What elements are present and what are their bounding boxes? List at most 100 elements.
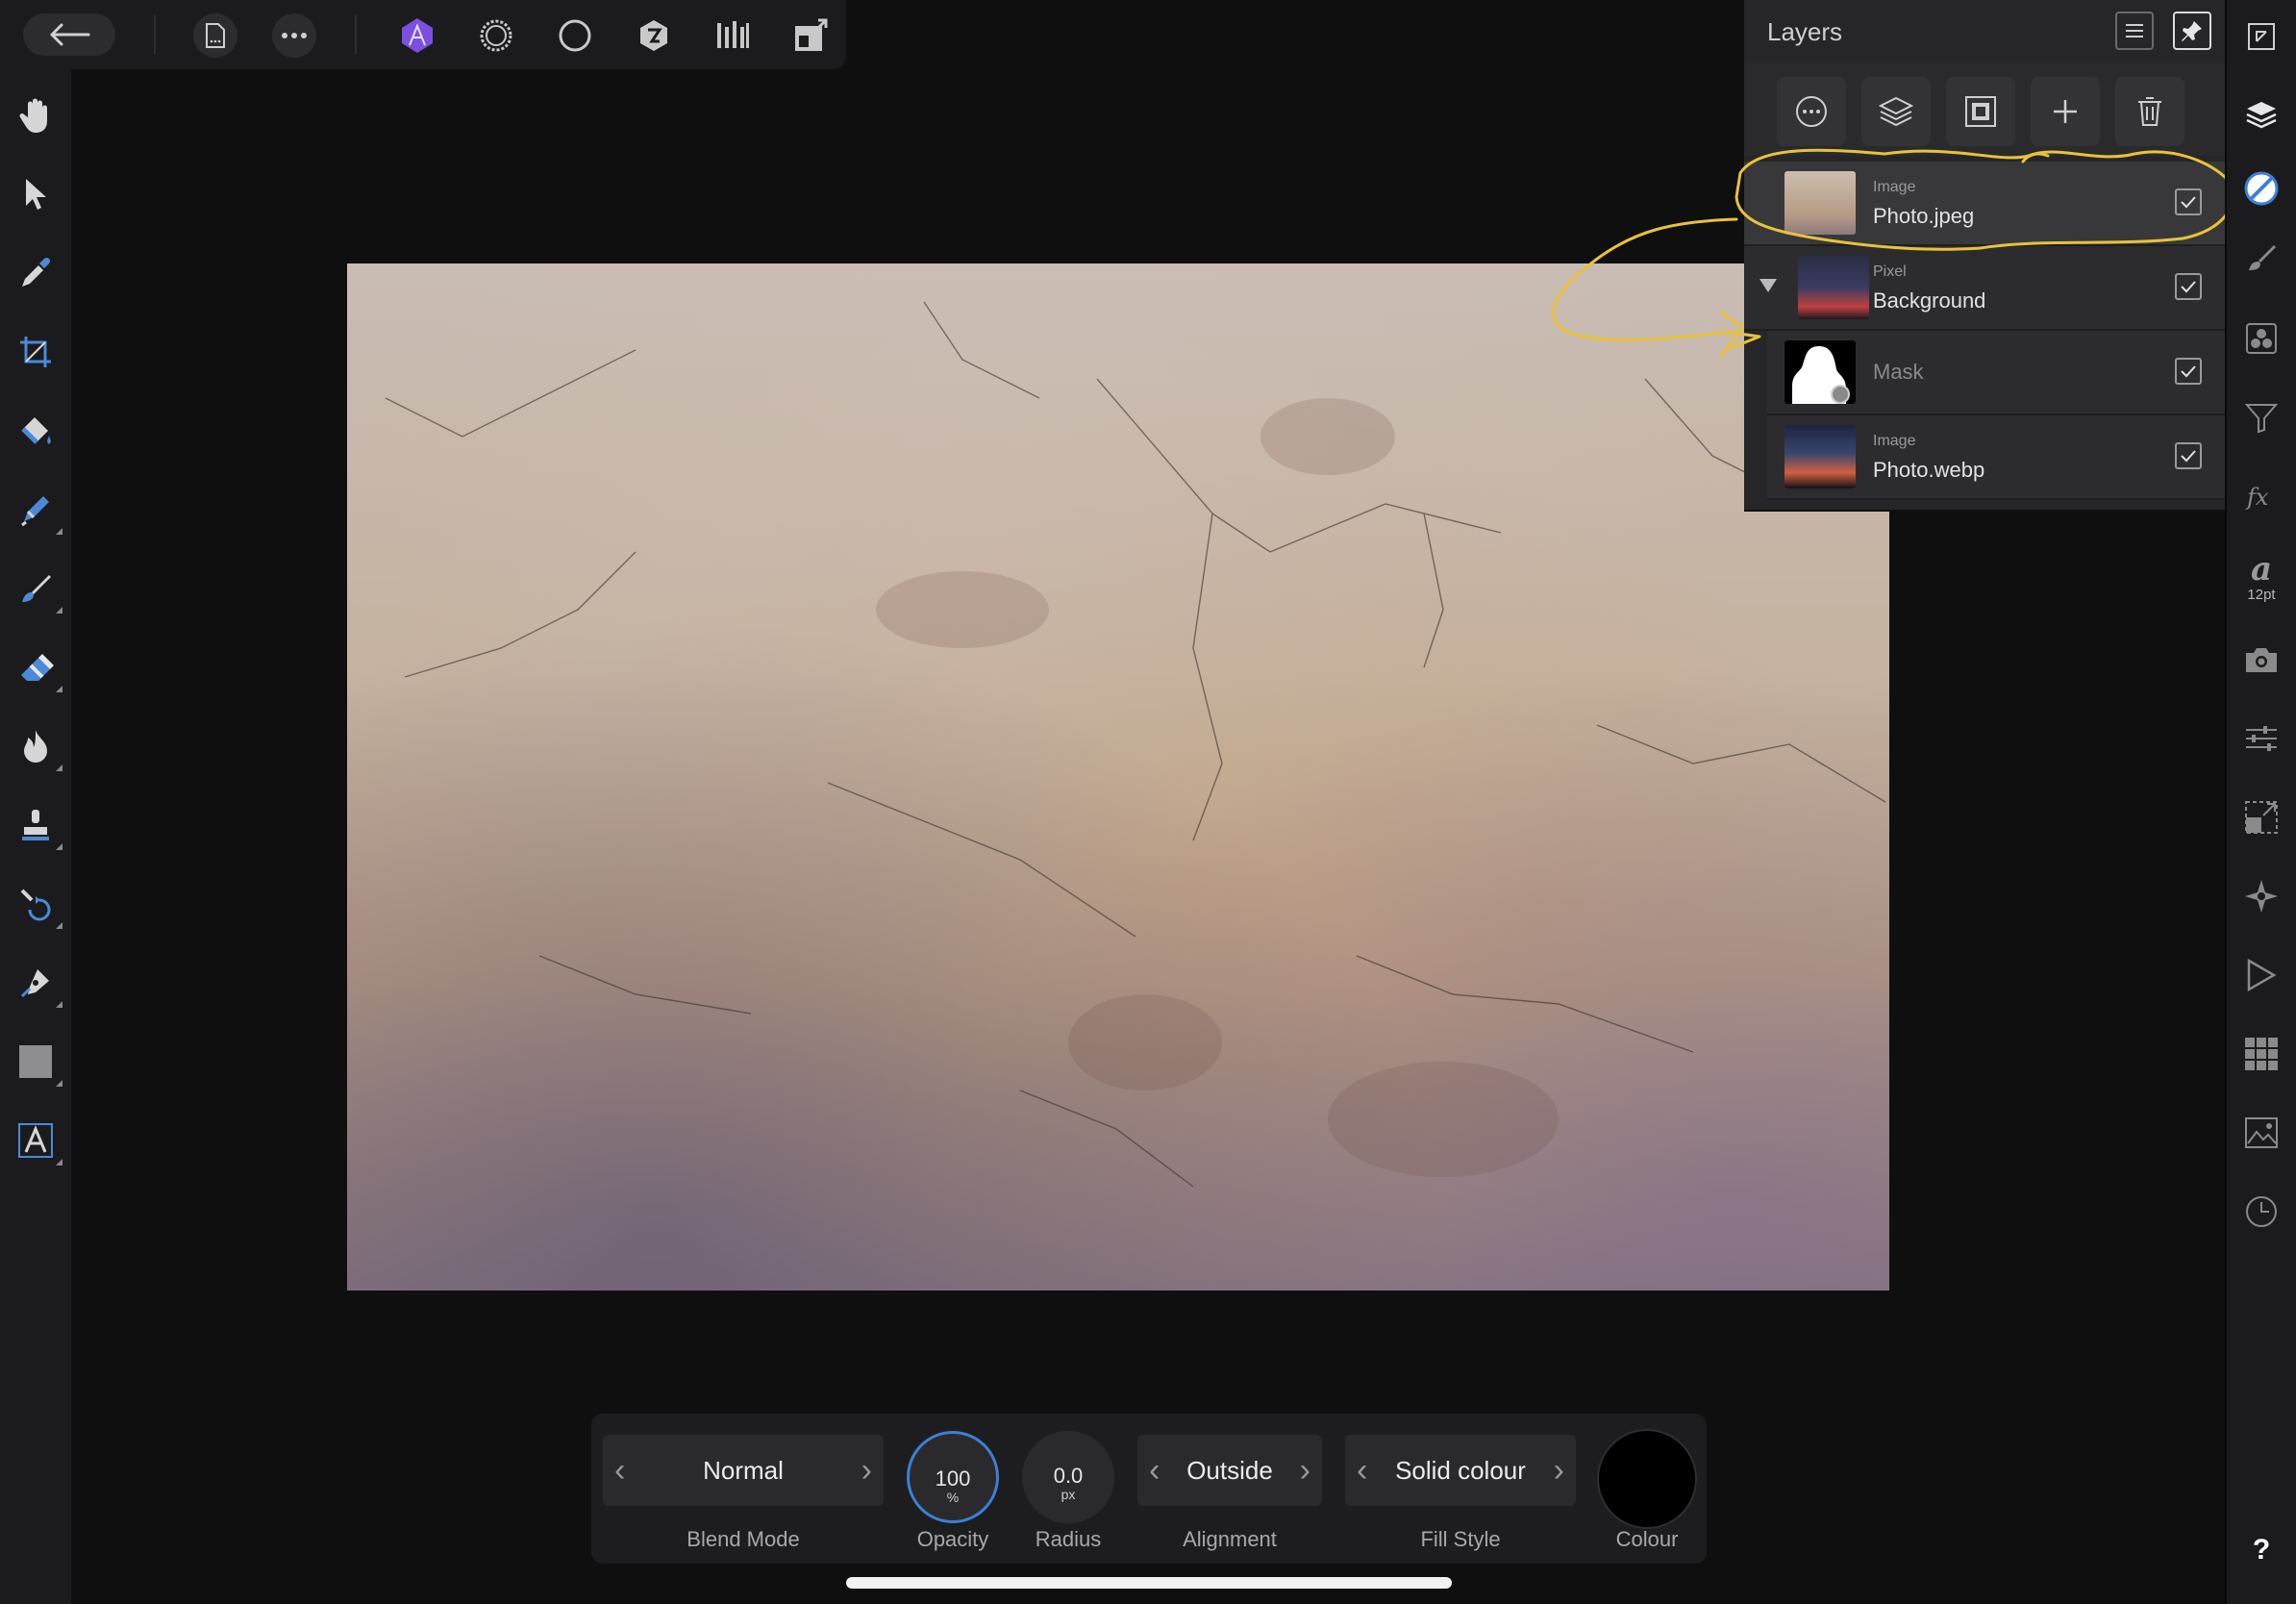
- fill-style-selector[interactable]: ‹ Solid colour ›: [1345, 1435, 1576, 1506]
- history-studio-button[interactable]: [2238, 1189, 2284, 1235]
- erase-brush-tool[interactable]: [12, 644, 62, 692]
- back-button[interactable]: [23, 13, 115, 56]
- layer-thumbnail: [1784, 425, 1856, 489]
- layer-row-photo-webp[interactable]: Image Photo.webp: [1767, 415, 2225, 500]
- top-toolbar: [0, 0, 846, 69]
- layer-row-mask[interactable]: Mask: [1767, 331, 2225, 415]
- export-button[interactable]: [789, 13, 834, 58]
- layer-visibility-checkbox[interactable]: [2175, 442, 2202, 469]
- opacity-label: Opacity: [916, 1527, 989, 1551]
- blend-mode-selector[interactable]: ‹ Normal ›: [603, 1435, 884, 1506]
- paint-brush-tool[interactable]: [12, 565, 62, 614]
- rectangle-shape-icon: [19, 1045, 52, 1078]
- layers-studio-button[interactable]: [2238, 92, 2284, 138]
- document-button[interactable]: [193, 13, 237, 58]
- play-icon: [2247, 958, 2277, 992]
- delete-layer-button[interactable]: [2115, 77, 2184, 146]
- color-picker-tool[interactable]: [12, 250, 59, 296]
- checkmark-icon: [2181, 281, 2196, 293]
- brushes-studio-button[interactable]: [2238, 235, 2284, 281]
- adjust-sliders-studio-button[interactable]: [2238, 715, 2284, 762]
- checkmark-icon: [2181, 365, 2196, 378]
- expand-triangle-icon[interactable]: [1759, 279, 1777, 292]
- pointer-icon: [26, 179, 46, 210]
- layer-visibility-checkbox[interactable]: [2175, 273, 2202, 300]
- view-tool[interactable]: [12, 92, 59, 138]
- more-options-button[interactable]: [272, 13, 316, 58]
- right-studio-bar: fx a 12pt ?: [2225, 0, 2296, 1604]
- back-arrow-icon: [50, 23, 90, 46]
- rectangle-tool[interactable]: [12, 1039, 62, 1087]
- undo-brush-tool[interactable]: [12, 881, 62, 929]
- pin-panel-button[interactable]: [2173, 12, 2211, 50]
- flood-fill-tool[interactable]: [12, 408, 59, 454]
- sliders-icon: [2246, 726, 2277, 751]
- photo-persona-button[interactable]: [395, 13, 439, 58]
- burn-brush-tool[interactable]: [12, 723, 62, 771]
- tone-mapping-persona-button[interactable]: [632, 13, 676, 58]
- layer-visibility-checkbox[interactable]: [2175, 358, 2202, 385]
- radius-dial[interactable]: 0.0 px: [1022, 1431, 1114, 1523]
- opacity-dial[interactable]: 100 %: [907, 1431, 999, 1523]
- channels-studio-button[interactable]: [2238, 315, 2284, 362]
- tool-flyout-indicator: [56, 1080, 62, 1087]
- list-menu-icon: [2126, 24, 2143, 38]
- layer-row-photo-jpeg[interactable]: Image Photo.jpeg: [1744, 162, 2225, 246]
- mask-thumbnail: [1784, 340, 1856, 404]
- fullscreen-button[interactable]: [2238, 13, 2284, 60]
- stock-studio-button[interactable]: [2238, 637, 2284, 683]
- layer-name-label: Photo.jpeg: [1873, 204, 1975, 228]
- tool-flyout-indicator: [56, 1159, 62, 1165]
- alignment-selector[interactable]: ‹ Outside ›: [1137, 1435, 1322, 1506]
- crop-tool[interactable]: [12, 329, 59, 375]
- pin-icon: [2182, 21, 2202, 41]
- layers-stack-icon: [1879, 96, 1913, 127]
- adjustments-studio-button[interactable]: [2238, 165, 2284, 212]
- layer-thumbnail: [1798, 256, 1869, 319]
- histogram-studio-button[interactable]: [2238, 1110, 2284, 1156]
- eraser-icon: [21, 654, 54, 681]
- layer-visibility-checkbox[interactable]: [2175, 188, 2202, 215]
- layer-row-background[interactable]: Pixel Background: [1744, 246, 2225, 331]
- fullscreen-icon: [2248, 23, 2275, 50]
- effects-studio-button[interactable]: fx: [2238, 473, 2284, 519]
- chevron-right-icon[interactable]: ›: [1300, 1454, 1310, 1487]
- layer-blend-options-button[interactable]: [1861, 77, 1931, 146]
- layer-type-label: Pixel: [1873, 263, 1907, 280]
- export-persona-button[interactable]: [711, 13, 755, 58]
- selection-brush-tool[interactable]: [12, 487, 62, 535]
- colour-well[interactable]: [1597, 1429, 1697, 1529]
- macro-studio-button[interactable]: [2238, 952, 2284, 998]
- layer-options-button[interactable]: [1777, 77, 1846, 146]
- paint-bucket-icon: [21, 417, 51, 444]
- clone-brush-tool[interactable]: [12, 802, 62, 850]
- develop-persona-button[interactable]: [553, 13, 597, 58]
- navigator-studio-button[interactable]: [2238, 873, 2284, 919]
- chevron-right-icon[interactable]: ›: [861, 1454, 872, 1487]
- filters-studio-button[interactable]: [2238, 394, 2284, 440]
- svg-text:a: a: [2251, 551, 2272, 584]
- home-indicator[interactable]: [846, 1577, 1452, 1589]
- image-landscape-icon: [2245, 1117, 2278, 1148]
- swatches-studio-button[interactable]: [2238, 1031, 2284, 1077]
- mask-shape-icon: [1792, 346, 1850, 404]
- circle-ellipsis-icon: [1796, 96, 1827, 127]
- transform-studio-button[interactable]: [2238, 794, 2284, 840]
- mask-layer-button[interactable]: [1946, 77, 2015, 146]
- tool-flyout-indicator: [56, 686, 62, 692]
- pen-tool[interactable]: [12, 960, 62, 1008]
- help-button[interactable]: ?: [2238, 1527, 2284, 1573]
- chevron-right-icon[interactable]: ›: [1554, 1454, 1564, 1487]
- fx-icon: fx: [2245, 484, 2269, 511]
- canvas-document-image[interactable]: [347, 263, 1889, 1291]
- tool-flyout-indicator: [56, 764, 62, 771]
- panel-menu-button[interactable]: [2115, 12, 2154, 50]
- liquify-persona-button[interactable]: [474, 13, 518, 58]
- add-layer-button[interactable]: [2031, 77, 2100, 146]
- artistic-text-tool[interactable]: [12, 1117, 62, 1165]
- character-studio-button[interactable]: a: [2238, 544, 2284, 590]
- layer-type-label: Image: [1873, 433, 1916, 449]
- radius-unit: px: [1061, 1487, 1076, 1502]
- move-tool[interactable]: [12, 171, 59, 217]
- pen-nib-icon: [20, 969, 49, 998]
